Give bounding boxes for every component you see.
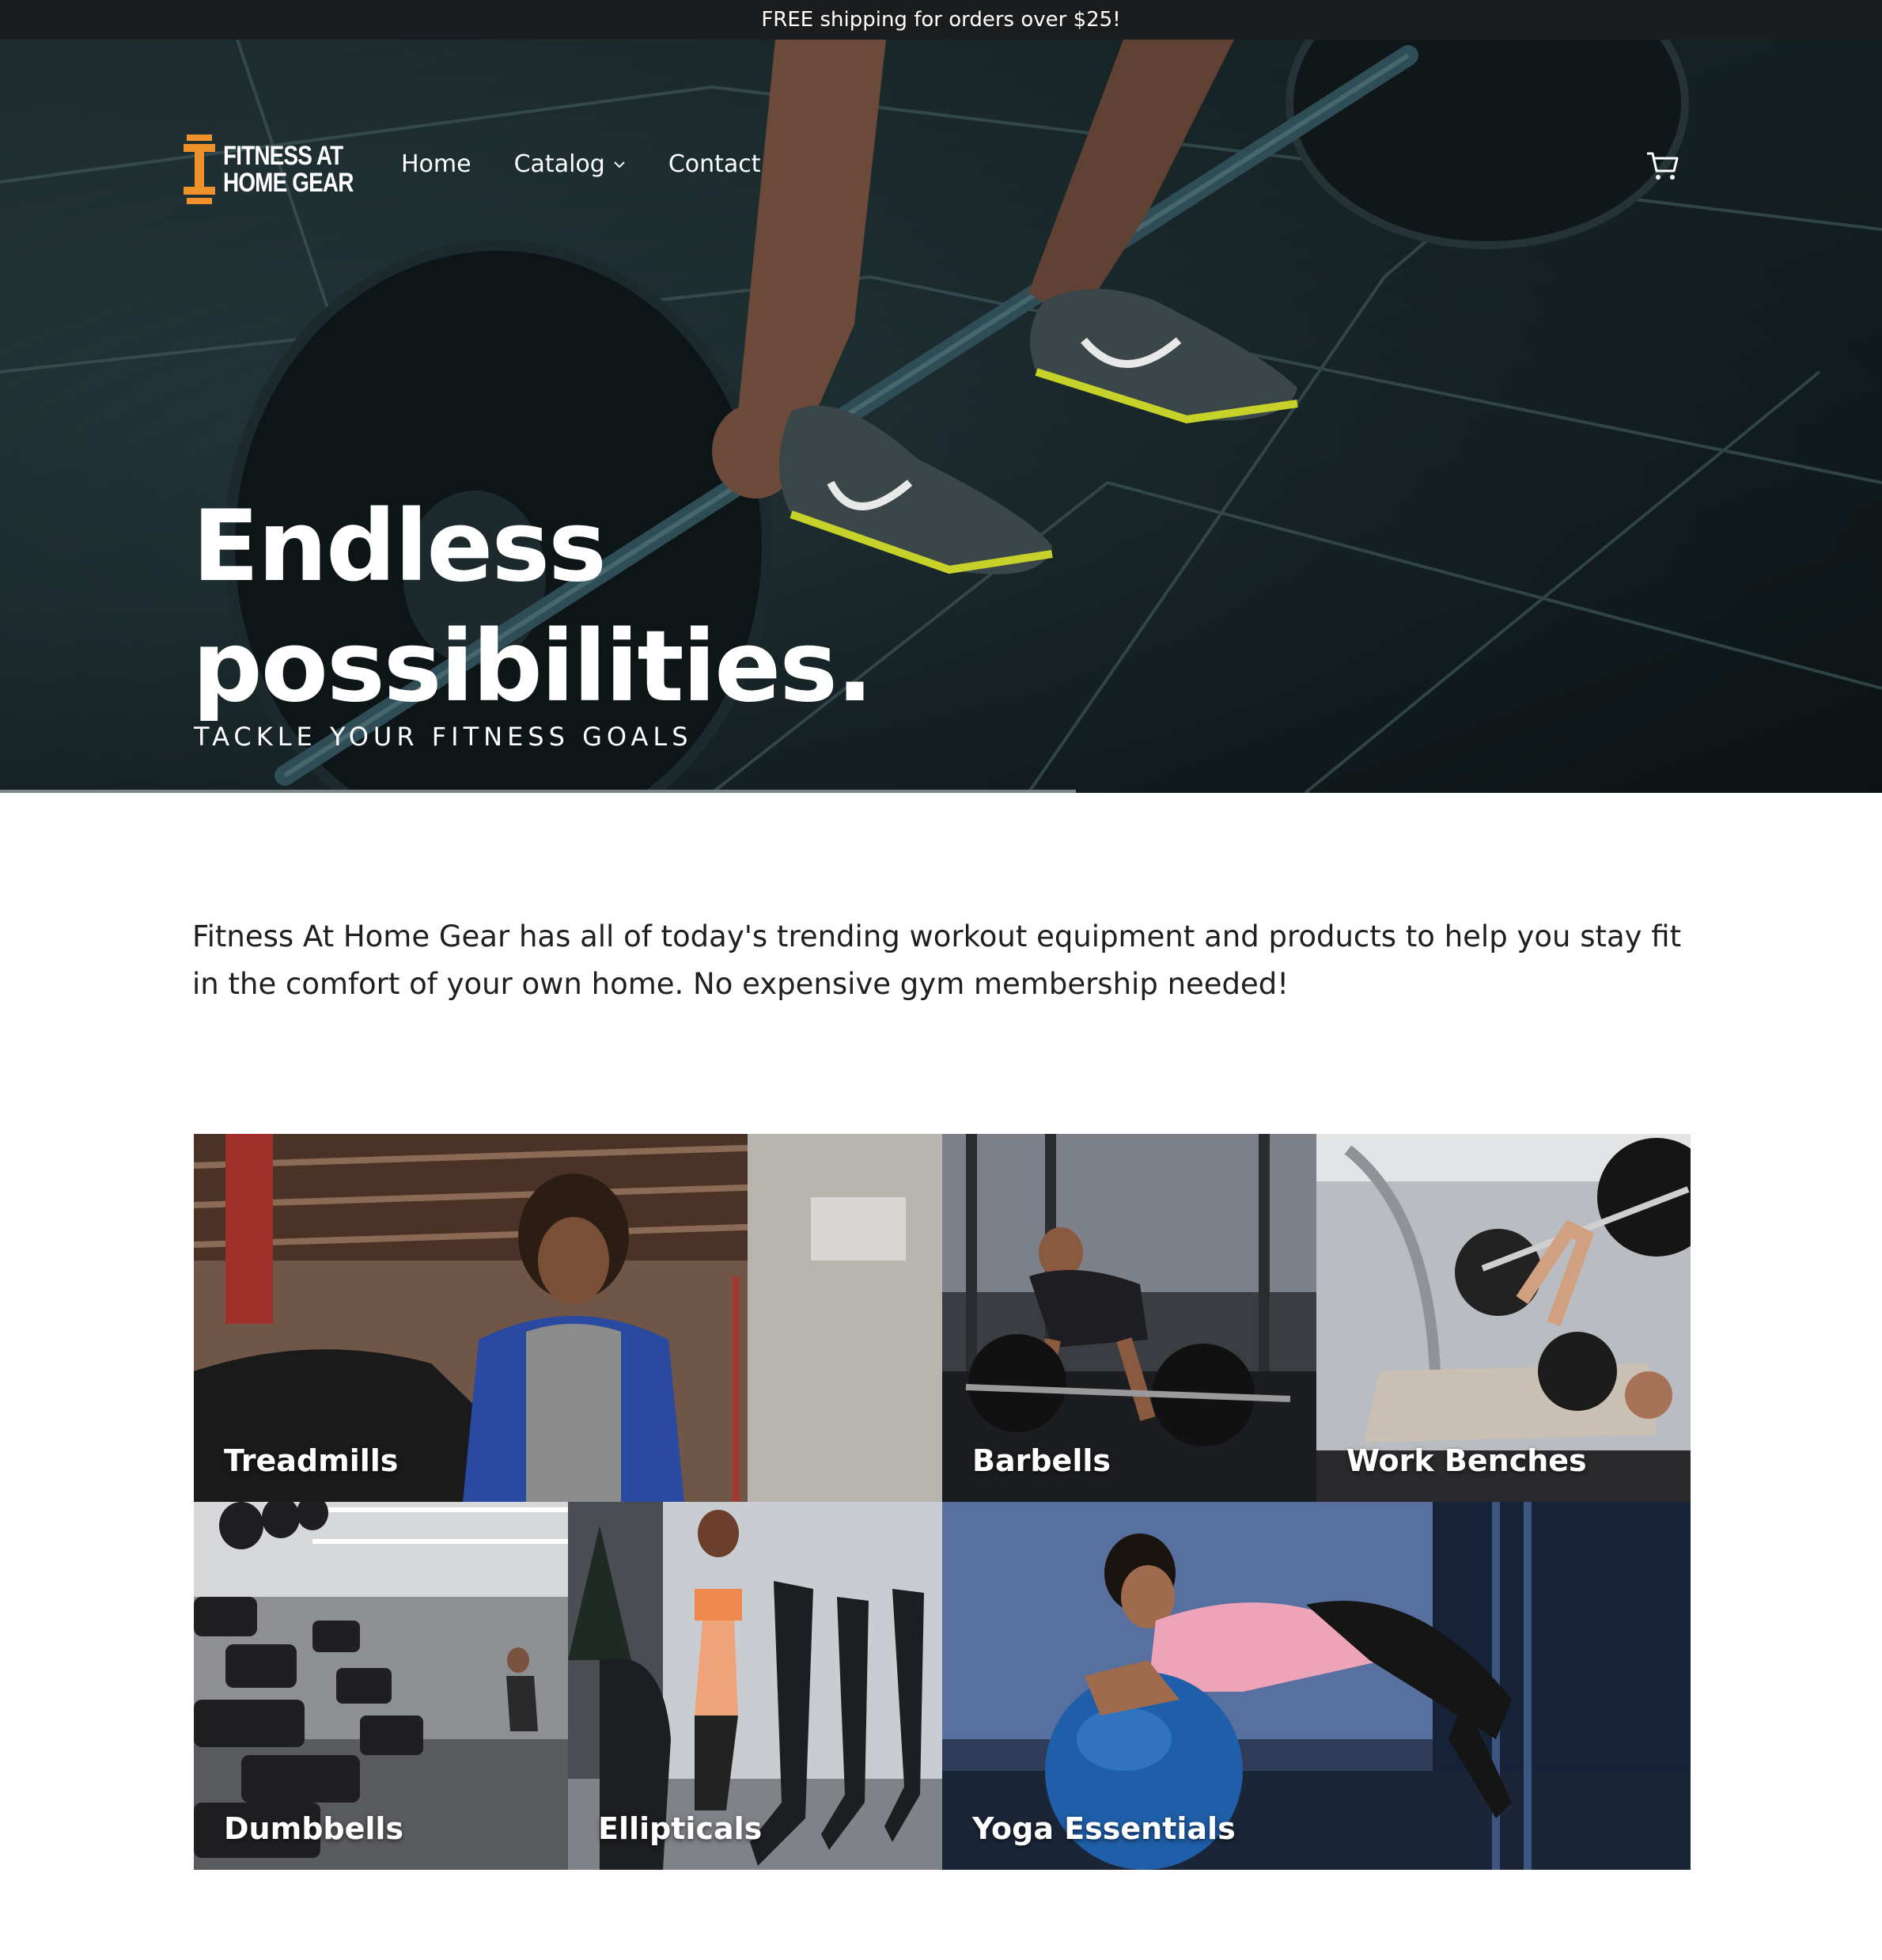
collection-yoga-essentials[interactable]: Yoga Essentials bbox=[942, 1502, 1691, 1870]
main-nav: Home Catalog Contact bbox=[401, 150, 761, 178]
chevron-down-icon bbox=[614, 161, 625, 168]
announcement-text: FREE shipping for orders over $25! bbox=[761, 8, 1121, 32]
hero-subtitle: TACKLE YOUR FITNESS GOALS bbox=[194, 722, 693, 752]
nav-catalog[interactable]: Catalog bbox=[514, 150, 626, 178]
hero-title: Endless possibilities. bbox=[192, 490, 873, 724]
collection-grid: Treadmills Barbells Work Benches Dumbbel… bbox=[194, 1134, 1691, 1870]
collection-work-benches[interactable]: Work Benches bbox=[1316, 1134, 1691, 1502]
dumbbell-logo-icon bbox=[184, 135, 215, 204]
nav-contact-label: Contact bbox=[668, 150, 761, 178]
nav-contact[interactable]: Contact bbox=[668, 150, 761, 178]
nav-catalog-label: Catalog bbox=[513, 150, 605, 178]
collection-label-yoga-essentials: Yoga Essentials bbox=[972, 1811, 1236, 1846]
announcement-bar: FREE shipping for orders over $25! bbox=[0, 0, 1882, 40]
collection-label-barbells: Barbells bbox=[972, 1443, 1111, 1478]
collection-label-work-benches: Work Benches bbox=[1346, 1443, 1587, 1478]
collection-dumbbells[interactable]: Dumbbells bbox=[194, 1502, 568, 1870]
intro-text: Fitness At Home Gear has all of today's … bbox=[192, 919, 1682, 1001]
collection-label-ellipticals: Ellipticals bbox=[598, 1811, 763, 1846]
collection-treadmills[interactable]: Treadmills bbox=[194, 1134, 942, 1502]
brand-name: FITNESS AT HOME GEAR bbox=[223, 141, 354, 198]
brand-logo[interactable]: FITNESS AT HOME GEAR bbox=[184, 135, 382, 204]
collection-label-treadmills: Treadmills bbox=[224, 1443, 399, 1478]
slideshow-progress bbox=[0, 790, 1076, 793]
collection-barbells[interactable]: Barbells bbox=[942, 1134, 1316, 1502]
collection-ellipticals[interactable]: Ellipticals bbox=[568, 1502, 942, 1870]
nav-home-label: Home bbox=[401, 150, 471, 178]
cart-button[interactable] bbox=[1645, 150, 1680, 186]
collection-label-dumbbells: Dumbbells bbox=[224, 1811, 404, 1846]
cart-icon bbox=[1647, 152, 1679, 180]
nav-home[interactable]: Home bbox=[401, 150, 471, 178]
hero-banner: FITNESS AT HOME GEAR Home Catalog Contac… bbox=[0, 40, 1882, 793]
